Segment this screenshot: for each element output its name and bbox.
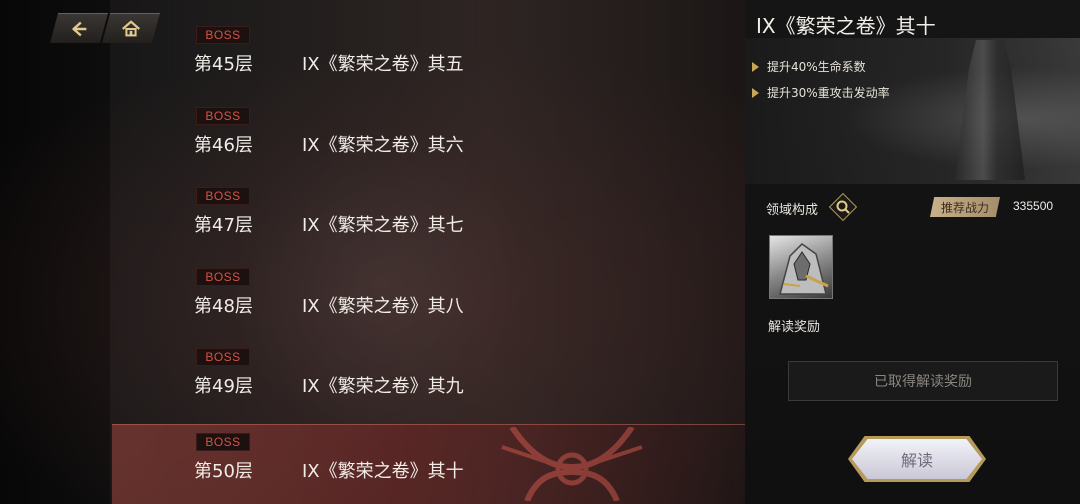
floor-title: IX《繁荣之卷》其七	[302, 215, 464, 236]
enemy-portrait[interactable]	[769, 235, 833, 299]
bonus-item: 提升40%生命系数	[752, 58, 866, 75]
floor-number: 第48层	[194, 296, 253, 317]
floor-number: 第49层	[194, 376, 253, 397]
floor-number: 第46层	[194, 135, 253, 156]
bonus-item: 提升30%重攻击发动率	[752, 84, 890, 101]
floor-title: IX《繁荣之卷》其五	[302, 54, 464, 75]
detail-title: IX《繁荣之卷》其十	[756, 14, 936, 38]
floor-title: IX《繁荣之卷》其六	[302, 135, 464, 156]
boss-badge: BOSS	[196, 268, 250, 286]
bonus-text: 提升30%重攻击发动率	[767, 86, 890, 100]
recommended-power-value: 335500	[1013, 199, 1054, 213]
floor-row[interactable]: BOSS 第48层 IX《繁荣之卷》其八	[112, 260, 752, 336]
floor-title: IX《繁荣之卷》其十	[302, 461, 464, 482]
floor-number: 第50层	[194, 461, 253, 482]
read-button[interactable]: 解读	[848, 436, 986, 482]
domain-label: 领域构成	[766, 203, 819, 218]
bonus-text: 提升40%生命系数	[767, 60, 866, 74]
back-arrow-icon	[72, 21, 87, 36]
recommended-power-label: 推荐战力	[930, 197, 1000, 217]
floor-row-selected[interactable]: BOSS 第50层 IX《繁荣之卷》其十	[112, 424, 752, 504]
boss-badge: BOSS	[196, 26, 250, 44]
magnifier-icon	[836, 200, 850, 214]
reward-label: 解读奖励	[768, 320, 821, 335]
floor-title: IX《繁荣之卷》其八	[302, 296, 464, 317]
bullet-triangle-icon	[752, 61, 759, 72]
floor-row[interactable]: BOSS 第49层 IX《繁荣之卷》其九	[112, 340, 752, 416]
boss-badge: BOSS	[196, 187, 250, 205]
floor-number: 第47层	[194, 215, 253, 236]
boss-emblem-icon	[501, 427, 643, 501]
floor-row[interactable]: BOSS 第45层 IX《繁荣之卷》其五	[112, 18, 752, 94]
back-button[interactable]	[50, 13, 108, 43]
floor-title: IX《繁荣之卷》其九	[302, 376, 464, 397]
floor-row[interactable]: BOSS 第47层 IX《繁荣之卷》其七	[112, 179, 752, 255]
read-button-label: 解读	[900, 451, 933, 470]
floor-row[interactable]: BOSS 第46层 IX《繁荣之卷》其六	[112, 99, 752, 175]
reward-claimed-button[interactable]: 已取得解读奖励	[788, 361, 1058, 401]
bullet-triangle-icon	[752, 87, 759, 98]
boss-badge: BOSS	[196, 348, 250, 366]
boss-badge: BOSS	[196, 433, 250, 451]
enemy-mech-icon	[779, 243, 829, 295]
boss-badge: BOSS	[196, 107, 250, 125]
floor-number: 第45层	[194, 54, 253, 75]
domain-search-button[interactable]	[828, 192, 858, 222]
